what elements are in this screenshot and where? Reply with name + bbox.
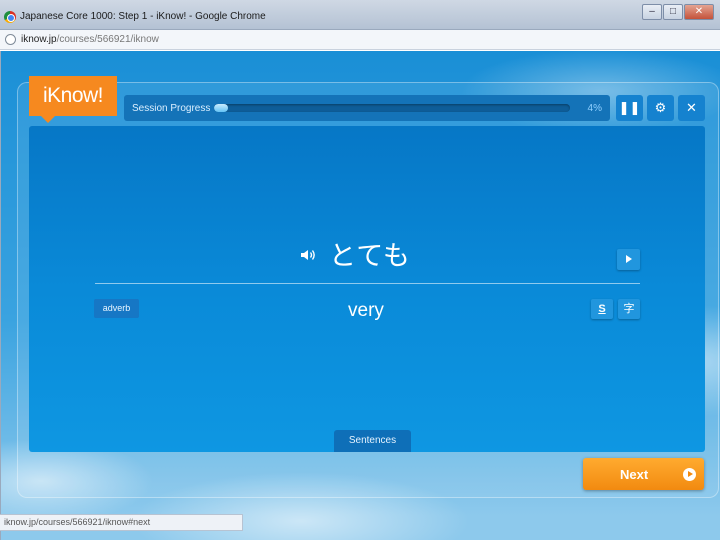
iknow-logo: iKnow! bbox=[29, 76, 117, 123]
url-host: iknow.jp bbox=[21, 34, 57, 45]
window-title: Japanese Core 1000: Step 1 - iKnow! - Go… bbox=[20, 11, 266, 22]
pause-button[interactable]: ❚❚ bbox=[616, 95, 643, 121]
next-arrow-icon bbox=[683, 468, 696, 481]
minimize-button[interactable]: – bbox=[642, 4, 662, 20]
chrome-logo-icon bbox=[4, 11, 16, 23]
window-controls: – □ ✕ bbox=[641, 4, 714, 20]
session-progress-panel: Session Progress 4% bbox=[124, 95, 610, 121]
session-progress-bar bbox=[214, 104, 570, 112]
cue-word: とても bbox=[329, 241, 411, 272]
settings-button[interactable]: ⚙ bbox=[647, 95, 674, 121]
speaker-icon[interactable] bbox=[300, 248, 318, 262]
maximize-button[interactable]: □ bbox=[663, 4, 683, 20]
browser-titlebar: Japanese Core 1000: Step 1 - iKnow! - Go… bbox=[0, 0, 720, 30]
sentences-tab[interactable]: Sentences bbox=[334, 430, 411, 452]
kana-button[interactable]: 字 bbox=[618, 299, 640, 319]
page-icon bbox=[5, 34, 16, 45]
address-bar[interactable]: iknow.jp/courses/566921/iknow bbox=[0, 30, 720, 50]
next-button[interactable]: Next bbox=[583, 458, 704, 490]
session-progress-label: Session Progress bbox=[132, 103, 211, 114]
part-of-speech-badge: adverb bbox=[94, 299, 139, 318]
next-button-label: Next bbox=[620, 467, 649, 482]
session-progress-fill bbox=[214, 104, 229, 112]
study-card bbox=[29, 126, 705, 452]
card-divider bbox=[95, 283, 640, 284]
play-audio-button[interactable] bbox=[617, 249, 640, 270]
url-path: /courses/566921/iknow bbox=[56, 34, 159, 45]
close-session-button[interactable]: ✕ bbox=[678, 95, 705, 121]
meaning-text: very bbox=[348, 300, 384, 321]
window-close-button[interactable]: ✕ bbox=[684, 4, 714, 20]
status-bar: iknow.jp/courses/566921/iknow#next bbox=[0, 514, 243, 531]
session-progress-percent: 4% bbox=[587, 103, 602, 114]
url-text[interactable]: iknow.jp/courses/566921/iknow bbox=[21, 34, 159, 45]
sound-button[interactable]: S bbox=[591, 299, 613, 319]
